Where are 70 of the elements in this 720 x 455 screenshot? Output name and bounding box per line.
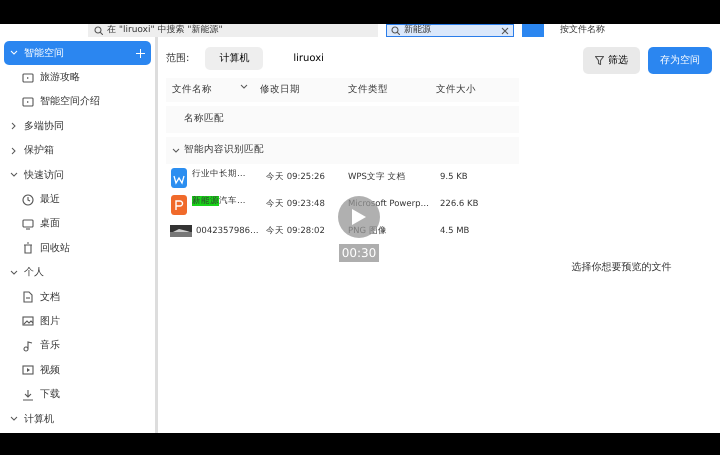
close-icon: [501, 26, 509, 34]
sidebar-item[interactable]: 智能空间介绍: [4, 90, 151, 114]
document-icon: [170, 168, 188, 188]
chevron-down-icon: [10, 171, 18, 180]
sidebar-item[interactable]: 最近: [4, 187, 151, 212]
group-header[interactable]: 智能内容识别匹配: [166, 137, 519, 164]
trash-icon: [22, 242, 34, 254]
sort-dropdown[interactable]: 按文件名称: [560, 26, 605, 35]
sidebar-item[interactable]: 文档: [4, 284, 151, 310]
save-space-button[interactable]: 存为空间: [648, 47, 712, 74]
sidebar-group[interactable]: 保护箱: [4, 138, 151, 163]
file-size: 4.5 MB: [439, 225, 470, 238]
search-icon: [391, 26, 400, 35]
filter-button[interactable]: 筛选: [583, 47, 640, 74]
chevron-down-icon: [240, 82, 248, 91]
video-timestamp: 00:30: [338, 244, 380, 262]
sidebar-item[interactable]: 旅游攻略: [4, 65, 151, 90]
column-header[interactable]: 修改日期: [254, 82, 342, 98]
filter-icon: [595, 56, 604, 65]
monitor-icon: [22, 218, 34, 230]
chevron-down-icon: [10, 268, 18, 277]
sidebar-item[interactable]: 视频: [4, 358, 151, 382]
sidebar-group[interactable]: 智能空间: [4, 41, 151, 66]
sidebar-item[interactable]: 桌面: [4, 212, 151, 236]
file-name: 新能源汽车…: [192, 194, 246, 208]
search-field[interactable]: 新能源: [386, 24, 514, 37]
modified-date: 今天 09:25:26: [265, 171, 326, 184]
sidebar-group[interactable]: 计算机: [4, 406, 151, 432]
presentation-icon: [170, 194, 188, 214]
image-icon: [22, 315, 34, 328]
file-size: 226.6 KB: [439, 198, 480, 211]
chevron-right-icon: [10, 122, 18, 130]
scope-tab[interactable]: liruoxi: [279, 47, 338, 70]
sidebar-item[interactable]: 音乐: [4, 334, 151, 358]
view-toggle-button[interactable]: [522, 24, 544, 37]
sidebar-group[interactable]: 个人: [4, 260, 151, 285]
group-header[interactable]: 名称匹配: [166, 106, 519, 133]
play-icon: [351, 208, 367, 226]
sidebar-item[interactable]: 下载: [4, 382, 151, 407]
location-bar[interactable]: 在 "liruoxi" 中搜索 "新能源": [88, 24, 378, 37]
sidebar-item[interactable]: 图片: [4, 309, 151, 334]
folder-icon: [22, 96, 34, 108]
clock-icon: [22, 194, 34, 206]
download-icon: [22, 388, 34, 401]
column-header[interactable]: 文件类型: [342, 82, 430, 98]
search-icon: [94, 26, 103, 35]
chevron-down-icon: [10, 415, 18, 424]
sidebar-group[interactable]: 快速访问: [4, 162, 151, 188]
file-name: 0042357986…: [196, 225, 259, 238]
sidebar-item[interactable]: 回收站: [4, 236, 151, 261]
scope-label: 范围:: [166, 52, 190, 66]
plus-icon: [136, 48, 145, 58]
file-size: 9.5 KB: [439, 171, 469, 184]
music-note-icon: [22, 340, 34, 352]
modified-date: 今天 09:28:02: [265, 225, 326, 238]
video-icon: [22, 364, 34, 376]
search-scope-text: 在 "liruoxi" 中搜索 "新能源": [107, 26, 223, 35]
sidebar-group[interactable]: 多端协同: [4, 114, 151, 139]
preview-hint: 选择你想要预览的文件: [570, 260, 672, 275]
folder-icon: [22, 72, 34, 84]
column-header[interactable]: 文件名称: [166, 82, 254, 98]
scope-tab[interactable]: 计算机: [205, 47, 264, 70]
chevron-down-icon: [10, 49, 18, 58]
chevron-down-icon: [172, 146, 180, 154]
file-name: 行业中长期…: [192, 168, 246, 180]
modified-date: 今天 09:23:48: [265, 198, 326, 211]
document-icon: [22, 291, 34, 304]
column-header[interactable]: 文件大小: [430, 82, 519, 98]
file-type: WPS文字 文档: [347, 171, 407, 184]
chevron-right-icon: [10, 146, 18, 155]
